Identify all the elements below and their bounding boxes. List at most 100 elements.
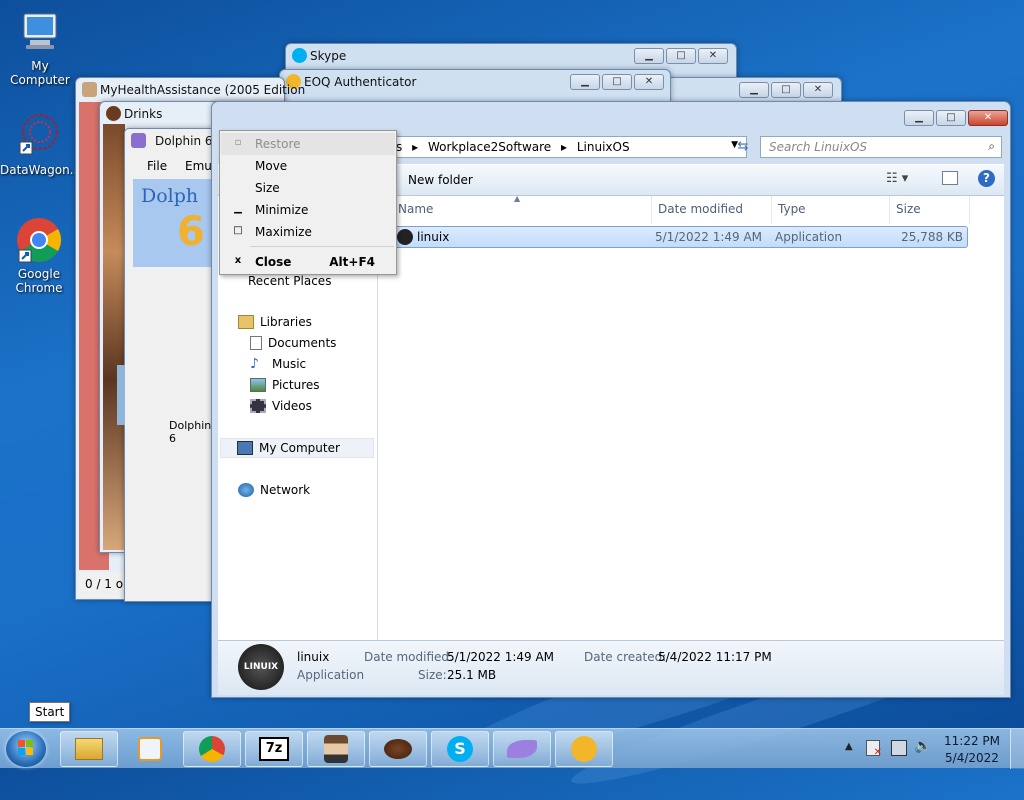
- maximize-icon: □: [233, 225, 243, 236]
- nav-network[interactable]: Network: [238, 483, 310, 497]
- details-type: Application: [297, 668, 365, 682]
- minimize-button[interactable]: ▁: [904, 110, 934, 126]
- search-input[interactable]: Search LinuixOS ⌕: [760, 136, 1002, 158]
- start-button[interactable]: [6, 731, 46, 767]
- details-date-created: 5/4/2022 11:17 PM: [658, 650, 772, 664]
- taskbar-myhealth[interactable]: [307, 731, 365, 767]
- preview-pane-icon[interactable]: [942, 171, 958, 185]
- window-title: EOQ Authenticator: [304, 75, 417, 89]
- thumbnail: [117, 365, 125, 425]
- file-size: 25,788 KB: [901, 230, 963, 244]
- minimize-button[interactable]: ▁: [739, 82, 769, 98]
- menu-item-size[interactable]: Size: [221, 177, 395, 199]
- taskbar-skype[interactable]: S: [431, 731, 489, 767]
- chrome-icon: [199, 736, 225, 762]
- nav-videos[interactable]: Videos: [250, 399, 312, 413]
- details-size: 25.1 MB: [447, 668, 497, 682]
- menu-file[interactable]: File: [147, 159, 167, 173]
- system-context-menu: ▫ Restore Move Size ▁ Minimize □ Maximiz…: [219, 130, 397, 275]
- show-desktop-button[interactable]: [1010, 729, 1024, 769]
- desktop-icon-label: My Computer: [10, 59, 70, 87]
- column-header-name[interactable]: Name: [392, 196, 652, 224]
- minimize-button[interactable]: ▁: [634, 48, 664, 64]
- details-date-modified-label: Date modified:: [364, 650, 454, 664]
- desktop-icon-label: DataWagon...: [0, 163, 82, 177]
- menu-item-move[interactable]: Move: [221, 155, 395, 177]
- minimize-button[interactable]: ▁: [570, 74, 600, 90]
- nav-pictures[interactable]: Pictures: [250, 378, 320, 392]
- taskbar-authenticator[interactable]: [555, 731, 613, 767]
- skype-icon: S: [447, 736, 473, 762]
- breadcrumb-part[interactable]: LinuixOS: [577, 140, 630, 154]
- column-header-date-modified[interactable]: Date modified: [652, 196, 772, 224]
- taskbar-explorer[interactable]: [60, 731, 118, 767]
- chevron-right-icon[interactable]: ▸: [561, 140, 567, 154]
- search-icon[interactable]: ⌕: [988, 139, 995, 154]
- avatar-icon: [324, 735, 348, 763]
- taskbar-chrome[interactable]: [183, 731, 241, 767]
- close-button[interactable]: ✕: [968, 110, 1008, 126]
- window-title: Drinks: [124, 107, 163, 121]
- help-icon[interactable]: ?: [978, 170, 995, 187]
- videos-icon: [250, 399, 266, 413]
- file-row[interactable]: linuix 5/1/2022 1:49 AM Application 25,7…: [392, 226, 968, 248]
- show-hidden-icons-icon[interactable]: ▲: [845, 741, 853, 752]
- desktop-icon-label: Google Chrome: [15, 267, 63, 295]
- eoq-authenticator-window[interactable]: EOQ Authenticator ▁ □ ✕: [279, 69, 671, 105]
- coffee-icon: [384, 739, 412, 759]
- window-title: MyHealthAssistance (2005 Edition: [100, 83, 306, 97]
- desktop-icon-google-chrome[interactable]: Google Chrome: [0, 216, 78, 295]
- view-options-icon[interactable]: ☷ ▾: [886, 171, 908, 186]
- nav-my-computer[interactable]: My Computer: [220, 438, 374, 458]
- desktop-icon-my-computer[interactable]: My Computer: [0, 8, 80, 87]
- nav-music[interactable]: ♪ Music: [250, 357, 306, 371]
- taskbar-dolphin[interactable]: [493, 731, 551, 767]
- file-name: linuix: [417, 230, 450, 244]
- maximize-button[interactable]: □: [666, 48, 696, 64]
- close-button[interactable]: ✕: [803, 82, 833, 98]
- nav-documents[interactable]: Documents: [250, 336, 336, 350]
- authenticator-icon: [571, 736, 597, 762]
- menu-item-minimize[interactable]: ▁ Minimize: [221, 199, 395, 221]
- taskbar-7zip[interactable]: 7z: [245, 731, 303, 767]
- network-icon[interactable]: [891, 740, 907, 756]
- maximize-button[interactable]: □: [602, 74, 632, 90]
- menu-item-restore[interactable]: ▫ Restore: [221, 133, 395, 155]
- taskbar: 7z S ▲ ✕ 🔈 11:22 PM 5/4/2022: [0, 728, 1024, 769]
- maximize-button[interactable]: □: [936, 110, 966, 126]
- action-center-flag-icon[interactable]: ✕: [866, 740, 882, 758]
- taskbar-drinks[interactable]: [369, 731, 427, 767]
- window-title: Skype: [310, 49, 347, 63]
- address-bar[interactable]: s ▸ Workplace2Software ▸ LinuixOS ▼: [387, 136, 747, 158]
- 7zip-icon: 7z: [259, 737, 289, 761]
- menu-item-close[interactable]: x Close Alt+F4: [221, 251, 395, 273]
- column-header-type[interactable]: Type: [772, 196, 890, 224]
- details-size-label: Size:: [418, 668, 447, 682]
- clock-date[interactable]: 5/4/2022: [937, 751, 1007, 765]
- window-title: Dolphin 6: [155, 134, 213, 148]
- computer-icon: [237, 441, 253, 455]
- chevron-right-icon[interactable]: ▸: [412, 140, 418, 154]
- linuix-large-icon: LINUIX: [238, 644, 284, 690]
- nav-libraries[interactable]: Libraries: [238, 315, 312, 329]
- sort-arrow-icon: ▲: [514, 194, 521, 203]
- close-shortcut: Alt+F4: [329, 255, 375, 269]
- minimize-icon: ▁: [234, 203, 242, 214]
- details-name: linuix: [297, 650, 330, 664]
- nav-recent-places[interactable]: Recent Places: [248, 274, 331, 288]
- dolphin-window[interactable]: Dolphin 6 File Emul Dolph 6 Dolphin 6: [117, 128, 220, 602]
- menu-item-maximize[interactable]: □ Maximize: [221, 221, 395, 243]
- refresh-icon[interactable]: ⇆: [732, 136, 754, 158]
- new-folder-button[interactable]: New folder: [408, 173, 473, 187]
- close-button[interactable]: ✕: [698, 48, 728, 64]
- explorer-icon: [75, 738, 103, 760]
- desktop-icon-datawagon[interactable]: DataWagon...: [0, 112, 82, 177]
- clock-time[interactable]: 11:22 PM: [937, 734, 1007, 748]
- maximize-button[interactable]: □: [771, 82, 801, 98]
- dolphin-icon: [131, 133, 146, 148]
- breadcrumb-part[interactable]: Workplace2Software: [428, 140, 551, 154]
- taskbar-media-player[interactable]: [121, 731, 179, 767]
- close-button[interactable]: ✕: [634, 74, 664, 90]
- volume-icon[interactable]: 🔈: [914, 738, 931, 754]
- column-header-size[interactable]: Size: [890, 196, 970, 224]
